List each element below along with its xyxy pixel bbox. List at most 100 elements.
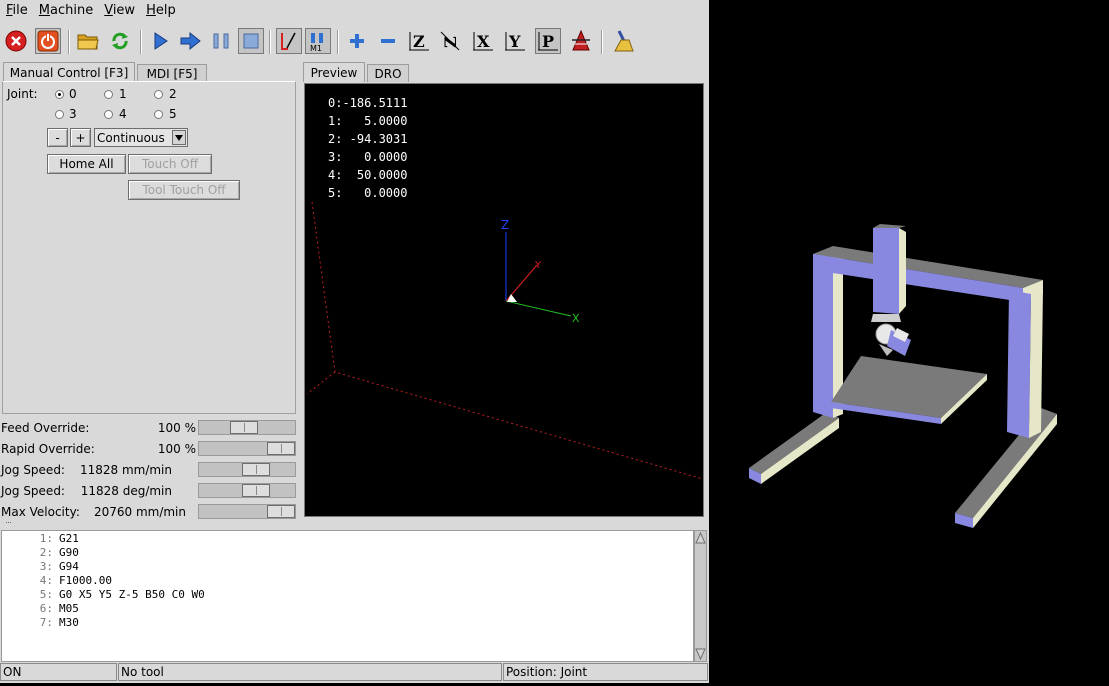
rapid-override-row: Rapid Override: 100 % (0, 439, 298, 459)
machine-power-button[interactable] (35, 28, 61, 54)
menu-machine[interactable]: Machine (34, 3, 98, 18)
tool-touch-off-button[interactable]: Tool Touch Off (128, 180, 240, 200)
dro-line-3: 3: 0.0000 (328, 150, 408, 164)
block-delete-toggle[interactable] (276, 28, 302, 54)
slider-thumb[interactable] (267, 505, 295, 518)
tool-status: No tool (118, 663, 502, 681)
run-button[interactable] (147, 28, 173, 54)
tab-mdi[interactable]: MDI [F5] (137, 64, 207, 82)
toolbar: M1 Z Z X Y P (0, 26, 709, 58)
pause-icon (213, 33, 229, 49)
slider-thumb[interactable] (242, 463, 270, 476)
manual-control-panel: Joint: 0 1 2 3 4 5 - + Continuous Home A… (2, 81, 296, 414)
scroll-down-icon[interactable] (695, 648, 706, 660)
stop-icon (243, 33, 259, 49)
preview-canvas[interactable]: Z Y X 0:-186.5111 1: 5.0000 2: -94.3031 3: … (304, 83, 704, 517)
vismach-3d-view[interactable] (709, 0, 1109, 683)
jog-increment-select[interactable]: Continuous (94, 128, 188, 147)
rotate-view-button[interactable] (568, 28, 594, 54)
menu-help[interactable]: Help (141, 3, 181, 18)
svg-text:Z: Z (441, 36, 460, 48)
optional-stop-toggle[interactable]: M1 (305, 28, 331, 54)
slider-thumb[interactable] (242, 484, 270, 497)
power-icon (37, 30, 59, 52)
left-base-rail (749, 412, 839, 484)
jog-speed-angular-row: Jog Speed: 11828 deg/min (0, 481, 298, 501)
right-column (1007, 288, 1043, 438)
joint-radio-3[interactable] (55, 110, 64, 119)
jog-minus-button[interactable]: - (47, 128, 68, 147)
estop-button[interactable] (3, 28, 29, 54)
slider-thumb[interactable] (267, 442, 295, 455)
joint-radio-label: 2 (169, 87, 177, 101)
svg-text:Z: Z (413, 32, 425, 51)
chevron-down-icon[interactable] (172, 130, 186, 145)
jog-speed-linear-row: Jog Speed: 11828 mm/min (0, 460, 298, 480)
step-button[interactable] (178, 28, 204, 54)
feed-override-value: 100 % (157, 421, 196, 435)
dro-readout: 0:-186.5111 1: 5.0000 2: -94.3031 3: 0.0000… (328, 94, 407, 202)
stop-button[interactable] (238, 28, 264, 54)
view-y-icon: Y (505, 32, 525, 51)
jog-speed-linear-label: Jog Speed: (1, 463, 65, 477)
spindle-head (871, 314, 911, 356)
menu-file[interactable]: File (1, 3, 33, 18)
feed-override-slider[interactable] (198, 420, 296, 435)
step-icon (180, 31, 201, 51)
view-y-button[interactable]: Y (502, 28, 528, 54)
gcode-listing[interactable]: 1: G21 2: G90 3: G94 4: F1000.00 5: G0 X5 Y5 … (1, 530, 694, 662)
zoom-out-button[interactable] (375, 28, 401, 54)
machine-limits-box (306, 371, 336, 395)
jog-speed-angular-label: Jog Speed: (1, 484, 65, 498)
menubar: File Machine View Help (0, 0, 709, 21)
machine-limits-box (311, 201, 703, 480)
joint-radio-1[interactable] (104, 90, 113, 99)
rotate-icon (572, 29, 590, 51)
dro-line-2: 2: -94.3031 (328, 132, 408, 146)
tab-manual-control[interactable]: Manual Control [F3] (3, 62, 135, 82)
home-all-button[interactable]: Home All (47, 154, 126, 174)
touch-off-button[interactable]: Touch Off (128, 154, 212, 174)
view-z-button[interactable]: Z (406, 28, 432, 54)
jog-speed-linear-slider[interactable] (198, 462, 296, 477)
joint-radio-4[interactable] (104, 110, 113, 119)
view-x-icon: X (473, 32, 493, 51)
menu-view[interactable]: View (99, 3, 140, 18)
zoom-out-icon (381, 39, 395, 43)
estop-icon (5, 30, 27, 52)
block-delete-icon (281, 32, 296, 50)
gcode-scrollbar[interactable] (694, 530, 707, 662)
reload-icon (112, 32, 128, 50)
tab-dro[interactable]: DRO (367, 64, 409, 82)
svg-text:M1: M1 (310, 44, 322, 52)
view-perspective-icon: P (538, 32, 558, 51)
reload-file-button[interactable] (107, 28, 133, 54)
max-velocity-label: Max Velocity: (1, 505, 80, 519)
view-rotated-z-icon: Z (440, 31, 460, 51)
joint-radio-2[interactable] (154, 90, 163, 99)
dro-line-0: 0:-186.5111 (328, 96, 408, 110)
toolbar-separator (140, 30, 142, 54)
pane-resize-grip[interactable] (6, 522, 11, 526)
slider-thumb[interactable] (230, 421, 258, 434)
jog-speed-angular-slider[interactable] (198, 483, 296, 498)
scroll-up-icon[interactable] (695, 532, 706, 544)
x-axis-label: X (572, 312, 580, 325)
machine-model (749, 224, 1057, 528)
view-z2-button[interactable]: Z (437, 28, 463, 54)
zoom-in-button[interactable] (344, 28, 370, 54)
tab-preview[interactable]: Preview (303, 62, 365, 82)
rapid-override-value: 100 % (157, 442, 196, 456)
max-velocity-slider[interactable] (198, 504, 296, 519)
rapid-override-slider[interactable] (198, 441, 296, 456)
jog-plus-button[interactable]: + (70, 128, 91, 147)
view-p-button[interactable]: P (535, 28, 561, 54)
joint-radio-0[interactable] (55, 90, 64, 99)
pause-button[interactable] (208, 28, 234, 54)
open-file-button[interactable] (75, 28, 101, 54)
joint-radio-5[interactable] (154, 110, 163, 119)
rapid-override-label: Rapid Override: (1, 442, 95, 456)
clear-plot-button[interactable] (610, 28, 636, 54)
run-icon (154, 32, 168, 50)
view-x-button[interactable]: X (470, 28, 496, 54)
